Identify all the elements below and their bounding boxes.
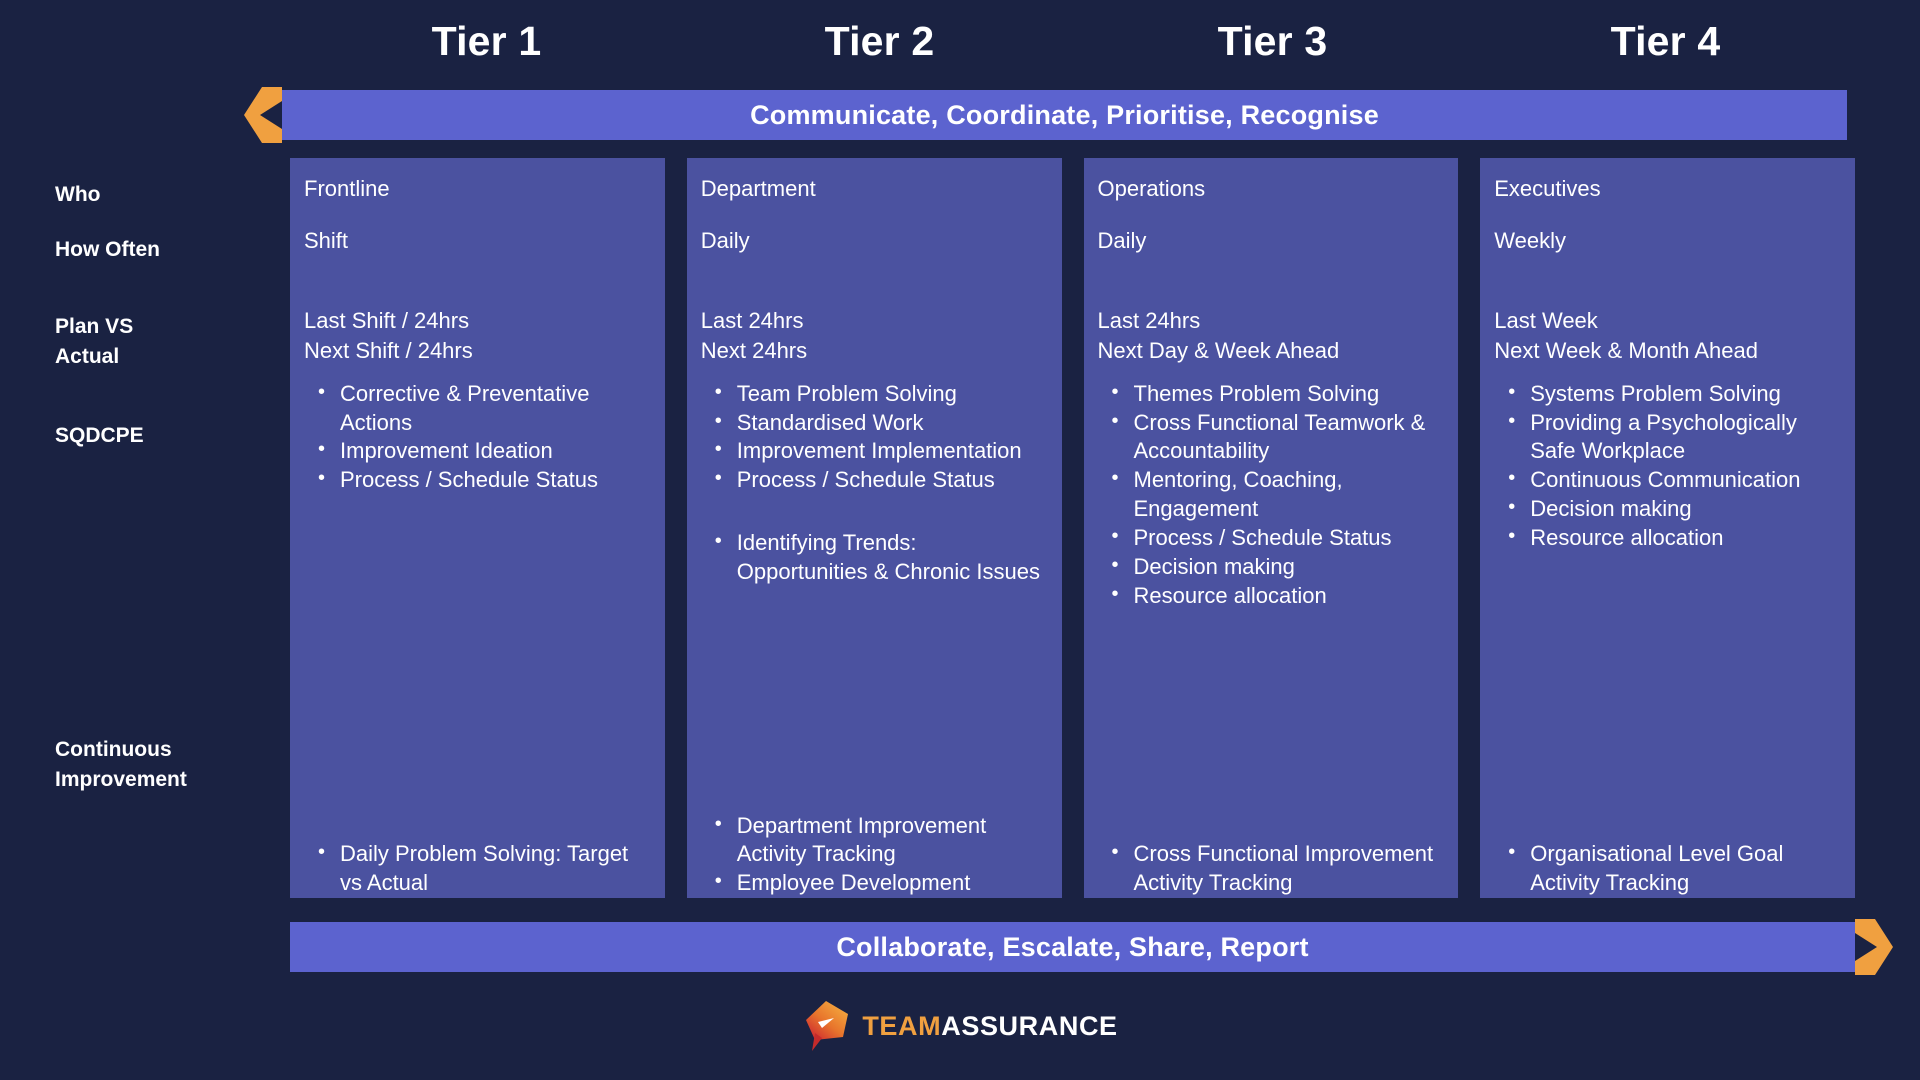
tier2-plan-vs-actual: Last 24hrs Next 24hrs xyxy=(700,308,808,363)
list-item: Identifying Trends: Opportunities & Chro… xyxy=(711,528,1048,587)
tier4-plan-vs-actual: Last Week Next Week & Month Ahead xyxy=(1494,308,1758,363)
bottom-banner-bar: Collaborate, Escalate, Share, Report xyxy=(290,922,1855,972)
tier3-sqdcpe-list: Themes Problem SolvingCross Functional T… xyxy=(1098,379,1445,611)
list-item: Improvement Ideation xyxy=(314,436,651,466)
tier2-sqdcpe-list: Team Problem SolvingStandardised WorkImp… xyxy=(701,379,1048,495)
tier-column-1: Frontline Shift Last Shift / 24hrs Next … xyxy=(290,158,665,898)
row-label-plan-vs-actual: Plan VS Actual xyxy=(55,315,134,368)
list-item: Organisational Level Goal Activity Track… xyxy=(1504,839,1841,898)
row-label-who: Who xyxy=(55,183,101,206)
tier-board: Tier 1 Tier 2 Tier 3 Tier 4 Communicate,… xyxy=(0,0,1920,1080)
tier-heading-3: Tier 3 xyxy=(1217,18,1328,64)
chevron-right-icon xyxy=(1855,919,1893,975)
list-item: Team Problem Solving xyxy=(711,379,1048,409)
list-item: Employee Development xyxy=(711,868,1048,898)
list-item: Process / Schedule Status xyxy=(314,465,651,495)
tier3-ci-list: Cross Functional Improvement Activity Tr… xyxy=(1098,839,1445,898)
tier1-sqdcpe-list: Corrective & Preventative ActionsImprove… xyxy=(304,379,651,495)
list-item: Decision making xyxy=(1504,494,1841,524)
brand-word-team: TEAM xyxy=(862,1010,942,1041)
tier2-ci-list: Department Improvement Activity Tracking… xyxy=(701,811,1048,898)
top-banner-label: Communicate, Coordinate, Prioritise, Rec… xyxy=(750,99,1379,130)
list-item: Themes Problem Solving xyxy=(1108,379,1445,409)
row-label-continuous-improvement: Continuous Improvement xyxy=(55,738,187,791)
list-item: Department Improvement Activity Tracking xyxy=(711,811,1048,870)
list-item: Daily Problem Solving: Target vs Actual xyxy=(314,839,651,898)
list-item: Resource allocation xyxy=(1504,523,1841,553)
row-label-sqdcpe: SQDCPE xyxy=(55,424,144,447)
brand-wordmark: TEAMASSURANCE xyxy=(862,1010,1118,1041)
tier-column-2: Department Daily Last 24hrs Next 24hrs T… xyxy=(686,158,1062,898)
top-banner: Communicate, Coordinate, Prioritise, Rec… xyxy=(244,87,1847,143)
tier3-plan-vs-actual: Last 24hrs Next Day & Week Ahead xyxy=(1097,308,1340,363)
list-item: Resource allocation xyxy=(1108,581,1445,611)
chevron-left-icon xyxy=(244,87,282,143)
tier-column-3: Operations Daily Last 24hrs Next Day & W… xyxy=(1083,158,1459,898)
row-label-how-often: How Often xyxy=(55,238,160,261)
tier2-who: Department xyxy=(700,176,816,201)
tier-heading-2: Tier 2 xyxy=(824,18,935,64)
list-item: Process / Schedule Status xyxy=(1108,523,1445,553)
tier3-who: Operations xyxy=(1097,176,1206,201)
tier4-ci-list: Organisational Level Goal Activity Track… xyxy=(1494,839,1841,898)
list-item: Process / Schedule Status xyxy=(711,465,1048,495)
tier4-sqdcpe-list: Systems Problem SolvingProviding a Psych… xyxy=(1494,379,1841,553)
list-item: Cross Functional Improvement Activity Tr… xyxy=(1108,839,1445,898)
tier-columns: Frontline Shift Last Shift / 24hrs Next … xyxy=(290,158,1855,898)
list-item: Corrective & Preventative Actions xyxy=(314,379,651,438)
list-item: Continuous Communication xyxy=(1504,465,1841,495)
list-item: Standardised Work xyxy=(711,408,1048,438)
tier2-how-often: Daily xyxy=(700,228,750,253)
tier3-how-often: Daily xyxy=(1097,228,1147,253)
tier2-sqdcpe-list-secondary: Identifying Trends: Opportunities & Chro… xyxy=(701,528,1048,587)
tier-headings-row: Tier 1 Tier 2 Tier 3 Tier 4 xyxy=(290,8,1862,78)
tier1-who: Frontline xyxy=(304,176,390,201)
bottom-banner: Collaborate, Escalate, Share, Report xyxy=(290,919,1893,975)
brand-logo: TEAMASSURANCE xyxy=(0,1000,1920,1052)
list-item: Improvement Implementation xyxy=(711,436,1048,466)
brand-word-assurance: ASSURANCE xyxy=(941,1010,1118,1041)
tier-heading-4: Tier 4 xyxy=(1610,18,1721,64)
list-item: Mentoring, Coaching, Engagement xyxy=(1108,465,1445,524)
tier-column-4: Executives Weekly Last Week Next Week & … xyxy=(1480,158,1855,898)
bottom-banner-label: Collaborate, Escalate, Share, Report xyxy=(836,931,1309,962)
list-item: Systems Problem Solving xyxy=(1504,379,1841,409)
tier1-how-often: Shift xyxy=(304,228,349,253)
tier1-plan-vs-actual: Last Shift / 24hrs Next Shift / 24hrs xyxy=(304,308,473,363)
top-banner-bar: Communicate, Coordinate, Prioritise, Rec… xyxy=(282,90,1847,140)
list-item: Decision making xyxy=(1108,552,1445,582)
tier1-ci-list: Daily Problem Solving: Target vs Actual xyxy=(304,839,651,898)
teamassurance-pin-icon xyxy=(806,1001,849,1051)
tier4-how-often: Weekly xyxy=(1494,228,1566,253)
tier4-who: Executives xyxy=(1494,176,1601,201)
tier-heading-1: Tier 1 xyxy=(431,18,542,64)
list-item: Providing a Psychologically Safe Workpla… xyxy=(1504,408,1841,467)
list-item: Cross Functional Teamwork & Accountabili… xyxy=(1108,408,1445,467)
